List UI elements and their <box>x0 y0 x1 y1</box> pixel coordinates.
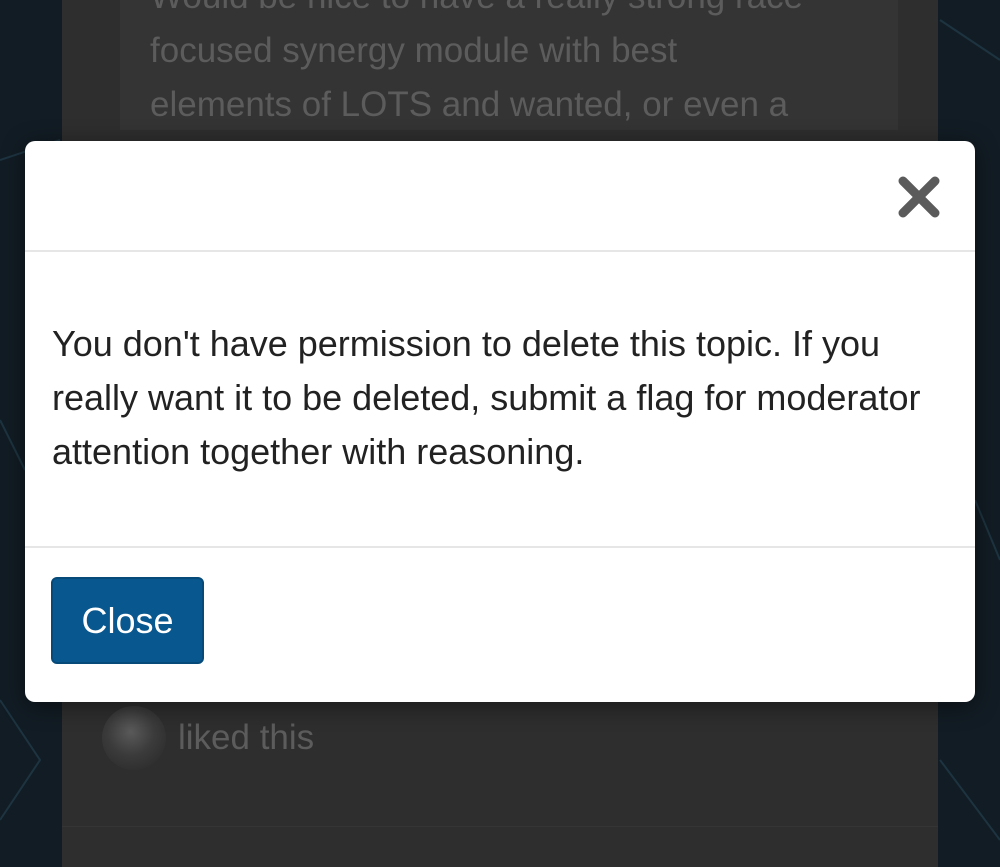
post-text-line: focused synergy module with best <box>150 31 678 70</box>
permission-modal: You don't have permission to delete this… <box>25 141 975 702</box>
divider <box>62 826 938 827</box>
likes-row: liked this <box>102 706 314 770</box>
modal-footer: Close <box>25 548 975 702</box>
modal-message: You don't have permission to delete this… <box>52 323 921 472</box>
post-text: Would be nice to have a really strong ra… <box>150 0 880 132</box>
close-button[interactable]: Close <box>51 577 204 664</box>
modal-body: You don't have permission to delete this… <box>25 252 975 548</box>
modal-header <box>25 141 975 252</box>
close-x-icon[interactable] <box>896 174 942 220</box>
liked-label: liked this <box>178 718 315 757</box>
post-text-line: elements of LOTS and wanted, or even a <box>150 85 789 124</box>
avatar <box>102 706 166 770</box>
post-text-line: Would be nice to have a really strong ra… <box>150 0 880 24</box>
